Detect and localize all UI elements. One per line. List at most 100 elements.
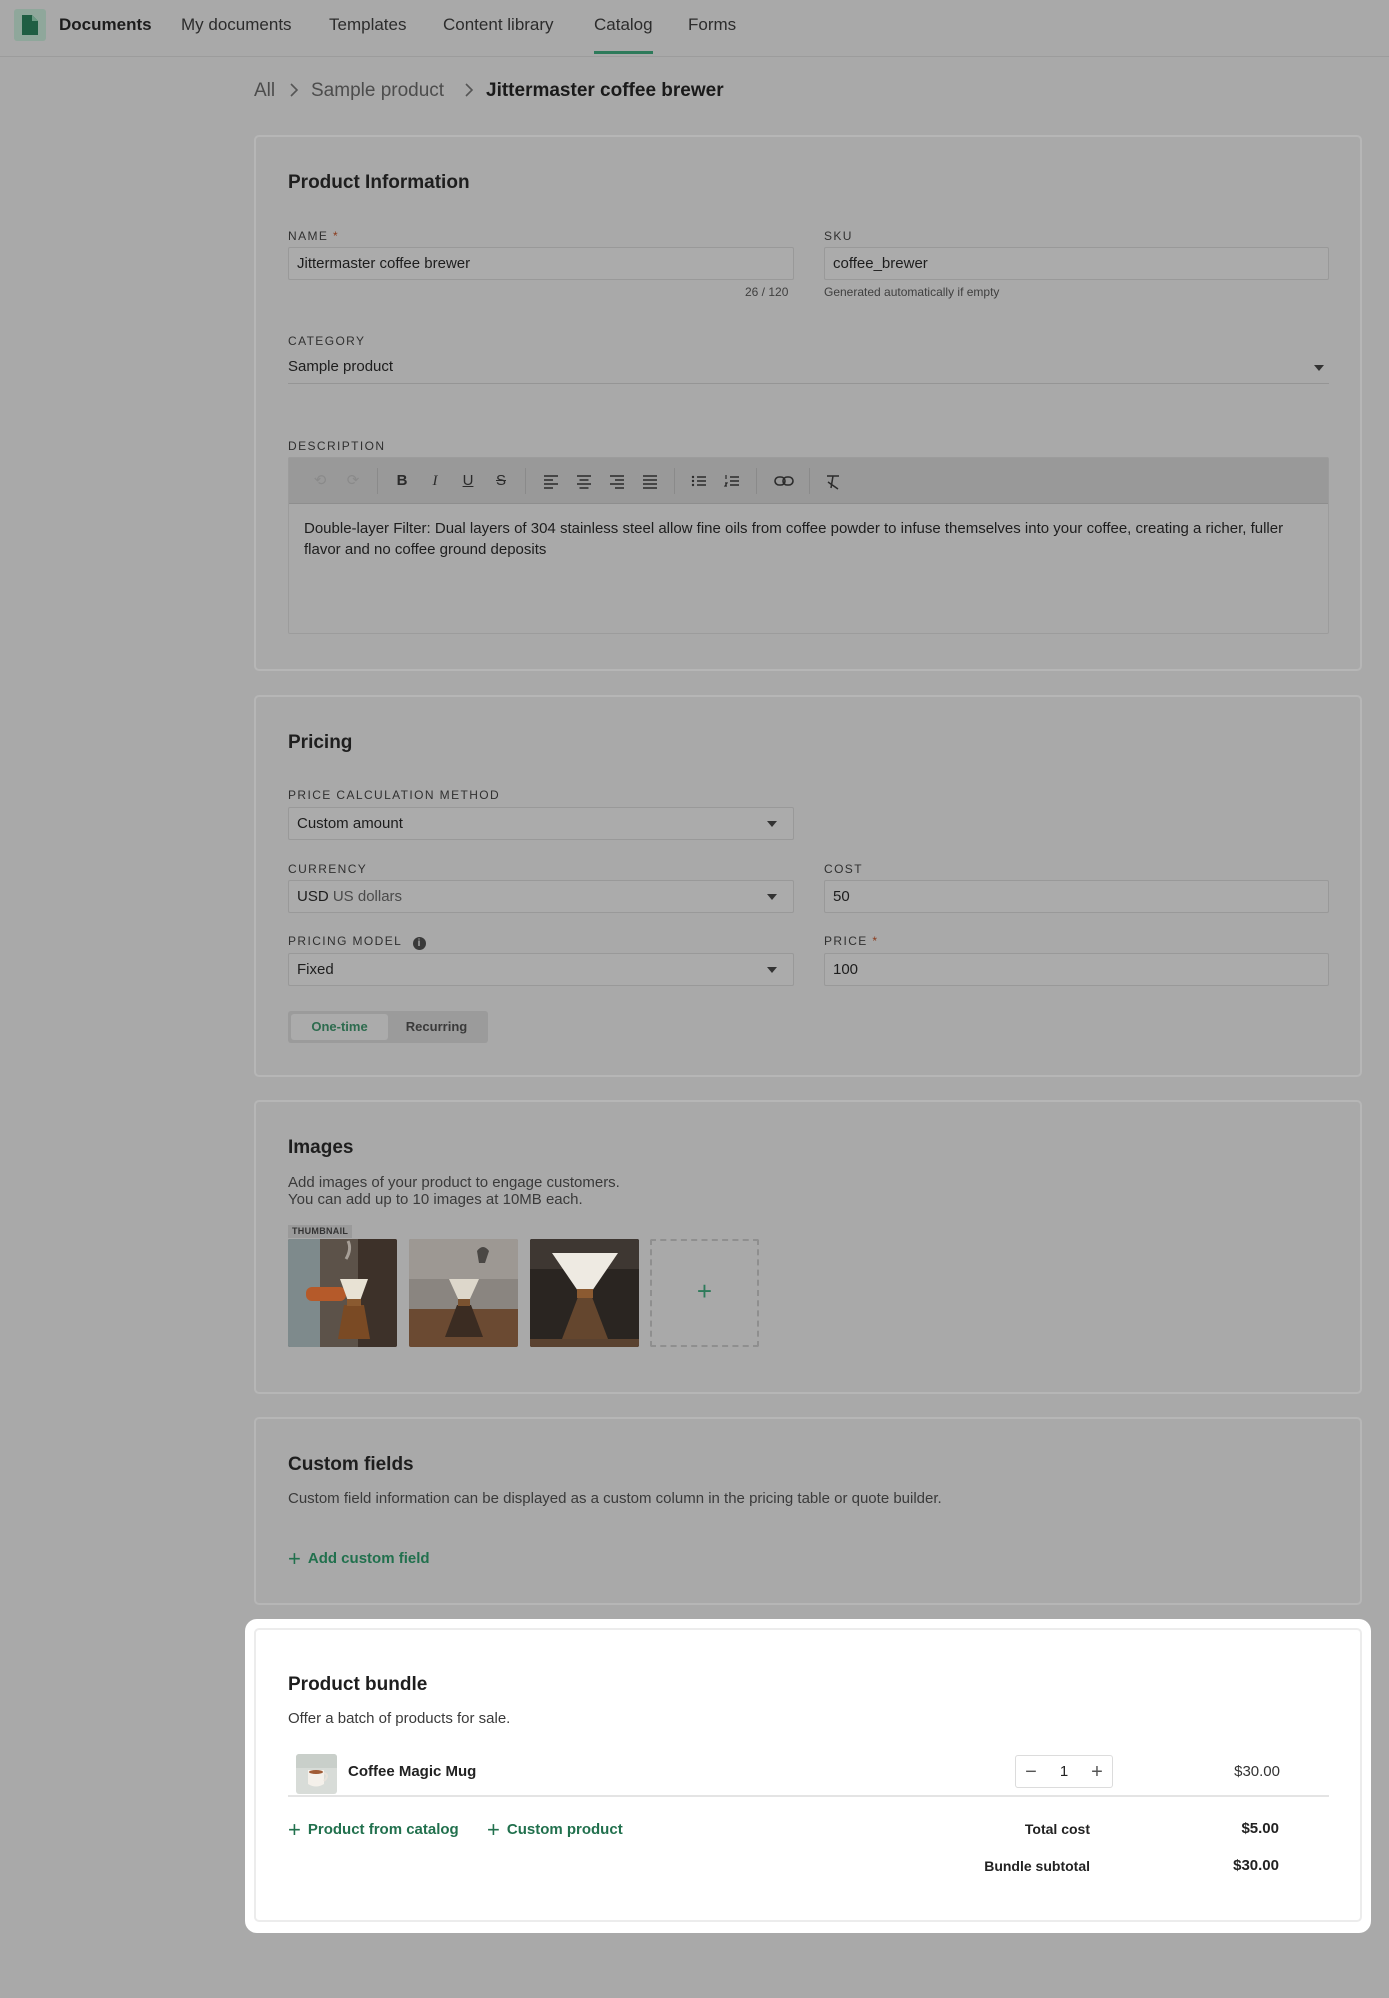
thumbnail-badge: THUMBNAIL bbox=[288, 1225, 353, 1238]
chevron-down-icon bbox=[767, 894, 777, 900]
plus-icon: + bbox=[487, 1817, 500, 1842]
pricing-model-value: Fixed bbox=[297, 961, 334, 978]
price-input[interactable]: 100 bbox=[824, 953, 1329, 986]
name-label: NAME * bbox=[288, 229, 340, 243]
toolbar-divider bbox=[674, 468, 675, 494]
cost-label: COST bbox=[824, 862, 863, 876]
toolbar-divider bbox=[377, 468, 378, 494]
quantity-value[interactable]: 1 bbox=[1046, 1756, 1082, 1787]
one-time-option[interactable]: One-time bbox=[291, 1014, 388, 1040]
info-icon[interactable]: i bbox=[412, 937, 426, 950]
images-card: Images Add images of your product to eng… bbox=[254, 1100, 1362, 1394]
plus-icon[interactable]: + bbox=[1082, 1758, 1112, 1786]
breadcrumb-current: Jittermaster coffee brewer bbox=[486, 80, 724, 101]
numbered-list-icon[interactable] bbox=[723, 472, 741, 490]
quantity-stepper: − 1 + bbox=[1015, 1755, 1113, 1788]
strikethrough-icon[interactable]: S bbox=[492, 472, 510, 490]
chevron-right-icon bbox=[290, 83, 299, 97]
add-product-from-catalog-button[interactable]: + Product from catalog bbox=[288, 1817, 459, 1843]
total-cost-value: $5.00 bbox=[1241, 1820, 1279, 1837]
nav-forms[interactable]: Forms bbox=[688, 15, 736, 35]
align-justify-icon[interactable] bbox=[641, 472, 659, 490]
nav-catalog[interactable]: Catalog bbox=[594, 15, 653, 54]
pricing-model-label: PRICING MODEL i bbox=[288, 934, 426, 950]
plus-icon: + bbox=[288, 1817, 301, 1842]
editor-toolbar: ⟲ ⟳ B I U S bbox=[289, 458, 1328, 504]
custom-fields-description: Custom field information can be displaye… bbox=[288, 1490, 942, 1507]
price-method-select[interactable]: Custom amount bbox=[288, 807, 794, 840]
sku-hint: Generated automatically if empty bbox=[824, 285, 1000, 299]
product-bundle-highlight: Product bundle Offer a batch of products… bbox=[245, 1619, 1371, 1933]
custom-fields-card: Custom fields Custom field information c… bbox=[254, 1417, 1362, 1605]
cost-input[interactable]: 50 bbox=[824, 880, 1329, 913]
section-title: Custom fields bbox=[288, 1454, 414, 1475]
section-title: Images bbox=[288, 1137, 354, 1158]
price-label: PRICE * bbox=[824, 934, 879, 948]
chevron-down-icon bbox=[767, 967, 777, 973]
section-title: Product bundle bbox=[288, 1674, 428, 1695]
align-left-icon[interactable] bbox=[542, 472, 560, 490]
currency-name: US dollars bbox=[332, 888, 403, 905]
currency-select[interactable]: USD US dollars bbox=[288, 880, 794, 913]
section-title: Product Information bbox=[288, 172, 470, 193]
add-custom-product-button[interactable]: + Custom product bbox=[487, 1817, 623, 1843]
bundle-item-name[interactable]: Coffee Magic Mug bbox=[348, 1763, 476, 1780]
nav-my-documents[interactable]: My documents bbox=[181, 15, 292, 35]
add-image-button[interactable]: + bbox=[650, 1239, 759, 1347]
chevron-down-icon bbox=[767, 821, 777, 827]
currency-label: CURRENCY bbox=[288, 862, 368, 876]
breadcrumb-all[interactable]: All bbox=[254, 80, 275, 102]
description-editor[interactable]: ⟲ ⟳ B I U S Double-layer Filter: Dual la… bbox=[288, 457, 1329, 634]
recurring-option[interactable]: Recurring bbox=[388, 1014, 485, 1040]
category-select[interactable]: Sample product bbox=[288, 351, 1329, 384]
billing-frequency-toggle: One-time Recurring bbox=[288, 1011, 488, 1043]
bundle-item-price: $30.00 bbox=[1234, 1763, 1280, 1780]
sku-input[interactable]: coffee_brewer bbox=[824, 247, 1329, 280]
bundle-item-image bbox=[296, 1754, 337, 1794]
top-nav: Documents My documents Templates Content… bbox=[0, 0, 1389, 57]
currency-code: USD bbox=[297, 888, 329, 905]
align-center-icon[interactable] bbox=[575, 472, 593, 490]
add-custom-field-button[interactable]: + Add custom field bbox=[288, 1546, 430, 1572]
bundle-description: Offer a batch of products for sale. bbox=[288, 1710, 511, 1727]
product-bundle-card: Product bundle Offer a batch of products… bbox=[254, 1628, 1362, 1922]
chevron-down-icon bbox=[1314, 365, 1324, 371]
images-help-line-2: You can add up to 10 images at 10MB each… bbox=[288, 1191, 583, 1208]
bundle-subtotal-value: $30.00 bbox=[1233, 1857, 1279, 1874]
name-input[interactable]: Jittermaster coffee brewer bbox=[288, 247, 794, 280]
clear-formatting-icon[interactable] bbox=[824, 472, 842, 490]
images-help-line-1: Add images of your product to engage cus… bbox=[288, 1174, 620, 1191]
name-char-counter: 26 / 120 bbox=[745, 285, 789, 299]
description-text[interactable]: Double-layer Filter: Dual layers of 304 … bbox=[304, 518, 1314, 560]
align-right-icon[interactable] bbox=[608, 472, 626, 490]
product-image[interactable] bbox=[530, 1239, 639, 1347]
description-label: DESCRIPTION bbox=[288, 439, 386, 453]
toolbar-divider bbox=[756, 468, 757, 494]
product-information-card: Product Information NAME * Jittermaster … bbox=[254, 135, 1362, 671]
nav-content-library[interactable]: Content library bbox=[443, 15, 554, 35]
bundle-subtotal-label: Bundle subtotal bbox=[984, 1858, 1090, 1874]
link-icon[interactable] bbox=[773, 472, 795, 490]
nav-templates[interactable]: Templates bbox=[329, 15, 406, 35]
italic-icon[interactable]: I bbox=[426, 472, 444, 490]
plus-icon: + bbox=[288, 1546, 301, 1571]
toolbar-divider bbox=[809, 468, 810, 494]
app-brand[interactable]: Documents bbox=[59, 15, 152, 35]
bullet-list-icon[interactable] bbox=[690, 472, 708, 490]
documents-logo-icon[interactable] bbox=[14, 9, 46, 41]
section-title: Pricing bbox=[288, 732, 353, 753]
category-label: CATEGORY bbox=[288, 334, 366, 348]
undo-icon[interactable]: ⟲ bbox=[311, 472, 329, 490]
price-method-label: PRICE CALCULATION METHOD bbox=[288, 788, 501, 802]
redo-icon[interactable]: ⟳ bbox=[344, 472, 362, 490]
bundle-item-row: Coffee Magic Mug − 1 + $30.00 bbox=[288, 1747, 1329, 1797]
pricing-card: Pricing PRICE CALCULATION METHOD Custom … bbox=[254, 695, 1362, 1077]
breadcrumb-parent[interactable]: Sample product bbox=[311, 80, 444, 102]
bold-icon[interactable]: B bbox=[393, 472, 411, 490]
underline-icon[interactable]: U bbox=[459, 472, 477, 490]
minus-icon[interactable]: − bbox=[1016, 1758, 1046, 1786]
pricing-model-select[interactable]: Fixed bbox=[288, 953, 794, 986]
product-image-thumbnail[interactable] bbox=[288, 1239, 397, 1347]
toolbar-divider bbox=[525, 468, 526, 494]
product-image[interactable] bbox=[409, 1239, 518, 1347]
